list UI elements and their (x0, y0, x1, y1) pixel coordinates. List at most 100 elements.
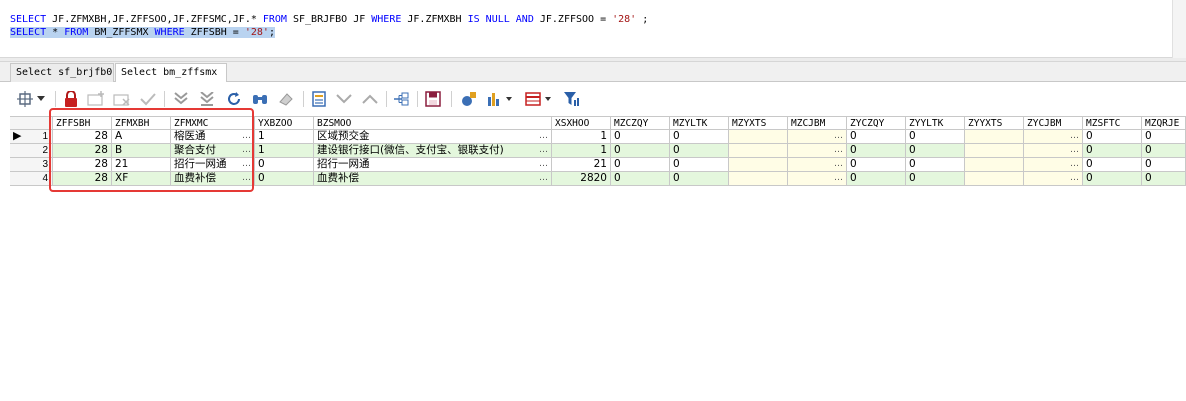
column-header-mzqrje[interactable]: MZQRJE (1142, 116, 1186, 130)
lock-icon[interactable] (63, 90, 79, 108)
cell-yxbzoo[interactable]: 1 (255, 144, 314, 158)
cell-bzsmoo[interactable]: 血费补偿… (314, 172, 552, 186)
cell-zyczqy[interactable]: 0 (847, 144, 906, 158)
refresh-icon[interactable] (226, 90, 242, 108)
find-icon[interactable] (251, 90, 269, 108)
cell-editor-button[interactable]: … (242, 158, 251, 171)
row-number[interactable]: 3 (10, 158, 53, 172)
cell-editor-button[interactable]: … (539, 130, 548, 143)
table-row[interactable]: ▶ 1 28 A 榕医通… 1 区域预交金… 1 0 0… 0 0… 0 0 (10, 130, 1186, 144)
cell-zyczqy[interactable]: 0 (847, 158, 906, 172)
cell-mzyxts[interactable] (729, 158, 788, 172)
cell-zfmxmc[interactable]: 招行一网通… (171, 158, 255, 172)
export-icon[interactable] (460, 90, 478, 108)
table-row[interactable]: 2 28 B 聚合支付… 1 建设银行接口(微信、支付宝、银联支付)… 1 0 0… 0 0… 0 0 (10, 144, 1186, 158)
cell-mzsftc[interactable]: 0 (1083, 144, 1142, 158)
table-row[interactable]: 4 28 XF 血费补偿 … 0 血费补偿 … 2820 0 0 … 0 0 … 0 0 (10, 172, 1186, 186)
cell-zyyltk[interactable]: 0 (906, 158, 965, 172)
cell-zyczqy[interactable]: 0 (847, 172, 906, 186)
fetch-next-page-icon[interactable] (173, 90, 189, 108)
editor-scrollbar[interactable] (1172, 0, 1186, 58)
column-header-mzsftc[interactable]: MZSFTC (1083, 116, 1142, 130)
column-header-mzcjbm[interactable]: MZCJBM (788, 116, 847, 130)
cell-editor-button[interactable]: … (539, 172, 548, 185)
cell-zyyltk[interactable]: 0 (906, 130, 965, 144)
chart-icon[interactable] (486, 90, 514, 108)
cell-zyyxts[interactable] (965, 144, 1024, 158)
cell-editor-button[interactable]: … (1070, 144, 1079, 157)
row-number[interactable]: 4 (10, 172, 53, 186)
cell-xsxhoo[interactable]: 21 (552, 158, 611, 172)
cell-mzyxts[interactable] (729, 144, 788, 158)
row-number[interactable]: 2 (10, 144, 53, 158)
fetch-all-icon[interactable] (199, 90, 215, 108)
cell-mzczqy[interactable]: 0 (611, 144, 670, 158)
add-record-icon[interactable] (87, 90, 105, 108)
cell-editor-button[interactable]: … (834, 172, 843, 185)
cell-zycjbm[interactable]: … (1024, 172, 1083, 186)
cell-zyyltk[interactable]: 0 (906, 172, 965, 186)
column-header-zycjbm[interactable]: ZYCJBM (1024, 116, 1083, 130)
cell-mzyltk[interactable]: 0 (670, 130, 729, 144)
column-header-mzyxts[interactable]: MZYXTS (729, 116, 788, 130)
column-header-bzsmoo[interactable]: BZSMOO (314, 116, 552, 130)
cell-zycjbm[interactable]: … (1024, 158, 1083, 172)
column-header-yxbzoo[interactable]: YXBZOO (255, 116, 314, 130)
cell-zyyxts[interactable] (965, 172, 1024, 186)
dropdown-arrow-icon[interactable] (36, 90, 46, 108)
query-by-example-icon[interactable] (311, 90, 327, 108)
cell-mzyxts[interactable] (729, 130, 788, 144)
cell-zfmxbh[interactable]: 21 (112, 158, 171, 172)
cell-zffsbh[interactable]: 28 (53, 172, 112, 186)
save-icon[interactable] (424, 90, 442, 108)
cell-zycjbm[interactable]: … (1024, 144, 1083, 158)
pin-icon[interactable] (16, 90, 34, 108)
column-header-mzczqy[interactable]: MZCZQY (611, 116, 670, 130)
cell-zfmxbh[interactable]: A (112, 130, 171, 144)
cell-zfmxmc[interactable]: 血费补偿… (171, 172, 255, 186)
cell-mzyxts[interactable] (729, 172, 788, 186)
clear-icon[interactable] (277, 90, 295, 108)
cell-mzsftc[interactable]: 0 (1083, 172, 1142, 186)
cell-zyczqy[interactable]: 0 (847, 130, 906, 144)
cell-mzsftc[interactable]: 0 (1083, 130, 1142, 144)
cell-zfmxbh[interactable]: XF (112, 172, 171, 186)
cell-editor-button[interactable]: … (1070, 158, 1079, 171)
row-number[interactable]: ▶ 1 (10, 130, 53, 144)
column-header-zffsbh[interactable]: ZFFSBH (53, 116, 112, 130)
cell-zyyxts[interactable] (965, 130, 1024, 144)
column-header-zfmxbh[interactable]: ZFMXBH (112, 116, 171, 130)
sql-line-1[interactable]: SELECT JF.ZFMXBH,JF.ZFFSOO,JF.ZFFSMC,JF.… (10, 13, 648, 26)
tab-select-bm-zffsmx[interactable]: Select bm_zffsmx (115, 63, 227, 83)
sort-up-icon[interactable] (361, 90, 379, 108)
cell-mzcjbm[interactable]: … (788, 158, 847, 172)
cell-zycjbm[interactable]: … (1024, 130, 1083, 144)
cell-zfmxmc[interactable]: 聚合支付… (171, 144, 255, 158)
cell-editor-button[interactable]: … (834, 130, 843, 143)
cell-xsxhoo[interactable]: 2820 (552, 172, 611, 186)
column-header-zyyltk[interactable]: ZYYLTK (906, 116, 965, 130)
cell-editor-button[interactable]: … (1070, 130, 1079, 143)
cell-editor-button[interactable]: … (834, 144, 843, 157)
cell-mzyltk[interactable]: 0 (670, 158, 729, 172)
cell-editor-button[interactable]: … (242, 144, 251, 157)
cell-yxbzoo[interactable]: 0 (255, 158, 314, 172)
cell-mzqrje[interactable]: 0 (1142, 144, 1186, 158)
sort-down-icon[interactable] (335, 90, 353, 108)
table-row[interactable]: 3 28 21 招行一网通 … 0 招行一网通 … 21 0 0 … 0 0 … 0 0 (10, 158, 1186, 172)
cell-mzqrje[interactable]: 0 (1142, 172, 1186, 186)
cell-mzyltk[interactable]: 0 (670, 172, 729, 186)
sql-line-2[interactable]: SELECT * FROM BM_ZFFSMX WHERE ZFFSBH = '… (10, 26, 275, 39)
cell-zfmxmc[interactable]: 榕医通… (171, 130, 255, 144)
column-header-zfmxmc[interactable]: ZFMXMC (171, 116, 255, 130)
link-icon[interactable] (392, 90, 410, 108)
cell-editor-button[interactable]: … (539, 144, 548, 157)
column-header-zyyxts[interactable]: ZYYXTS (965, 116, 1024, 130)
cell-editor-button[interactable]: … (242, 172, 251, 185)
cell-mzcjbm[interactable]: … (788, 144, 847, 158)
cell-xsxhoo[interactable]: 1 (552, 130, 611, 144)
cell-zyyltk[interactable]: 0 (906, 144, 965, 158)
filter-icon[interactable] (563, 90, 581, 108)
cell-editor-button[interactable]: … (242, 130, 251, 143)
cell-mzczqy[interactable]: 0 (611, 158, 670, 172)
